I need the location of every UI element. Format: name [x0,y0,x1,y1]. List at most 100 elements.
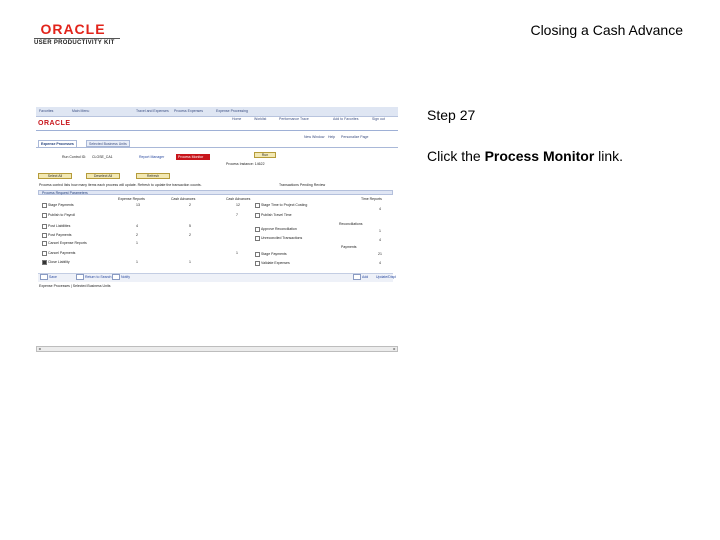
reconciliations-label: Reconciliations [339,222,363,226]
instruction-prefix: Click the [427,148,485,164]
nav-favorites[interactable]: Favorites [39,109,53,113]
notify-button[interactable]: Notify [121,275,130,279]
row-value: 1 [236,251,238,255]
add-icon[interactable] [353,274,361,280]
pending-review-label: Transactions Pending Review [279,183,326,187]
link-home[interactable]: Home [232,117,241,121]
tab-underline [36,147,398,148]
row-value: 2 [136,233,138,237]
return-icon[interactable] [76,274,84,280]
row-value: 5 [189,224,191,228]
row-value: 1 [136,260,138,264]
row-value: 2 [189,203,191,207]
scroll-right-arrow-icon[interactable]: ▸ [392,347,397,351]
row-label: Post Liabilities [48,224,71,228]
nav-main-menu[interactable]: Main Menu [72,109,89,113]
checkbox-cancel-payments[interactable] [42,251,47,256]
intro-text: Process control lists how many items eac… [39,183,202,187]
refresh-button[interactable]: Refresh [136,173,170,179]
link-sign-out[interactable]: Sign out [372,117,385,121]
update-display-button[interactable]: Update/Display [376,275,396,279]
payments-label: Payments [341,245,357,249]
row-value: 4 [379,238,381,242]
row-label: Stage Payments [261,252,287,256]
checkbox-unreconciled[interactable] [255,236,260,241]
run-button[interactable]: Run [254,152,276,158]
tab-expense-processes[interactable]: Expense Processes [38,140,77,147]
row-value: 12 [236,203,240,207]
scroll-left-arrow-icon[interactable]: ◂ [37,347,42,351]
checkbox-approve-reconciliation[interactable] [255,227,260,232]
row-value: 4 [136,224,138,228]
step-label: Step 27 [427,107,476,123]
link-new-window[interactable]: New Window [304,135,324,139]
section-title: Process Request Parameters [42,191,88,195]
logo-brand: ORACLE [40,21,106,37]
link-help[interactable]: Help [328,135,335,139]
row-label: Unreconciled Transactions [261,236,303,240]
checkbox-stage-payments[interactable] [42,203,47,208]
instruction-suffix: link. [594,148,624,164]
col-header-time-reports: Time Reports [361,197,382,201]
nav-travel-expenses[interactable]: Travel and Expenses [136,109,169,113]
save-icon[interactable] [40,274,48,280]
checkbox-post-liabilities[interactable] [42,224,47,229]
row-value: 2 [189,233,191,237]
checkbox-publish-travel-time[interactable] [255,213,260,218]
report-manager-link[interactable]: Report Manager [139,155,164,159]
row-value: 4 [379,207,381,211]
logo-subtitle: USER PRODUCTIVITY KIT [34,40,115,46]
link-performance-trace[interactable]: Performance Trace [279,117,309,121]
checkbox-stage-payments-right[interactable] [255,252,260,257]
row-label: Approve Reconciliation [261,227,297,231]
row-value: 1 [379,229,381,233]
embedded-screenshot: Favorites Main Menu Travel and Expenses … [36,107,398,352]
top-nav-bar: Favorites Main Menu Travel and Expenses … [36,107,398,117]
link-add-favorites[interactable]: Add to Favorites [333,117,358,121]
logo-divider [34,38,120,39]
run-control-label: Run Control ID: [62,155,87,159]
checkbox-cancel-expense-reports[interactable] [42,241,47,246]
checkbox-stage-time-project[interactable] [255,203,260,208]
col-header-cash-advances-2: Cash Advances [226,197,251,201]
checkbox-publish-payroll[interactable] [42,213,47,218]
link-worklist[interactable]: Worklist [254,117,266,121]
return-to-search-button[interactable]: Return to Search [85,275,111,279]
tab-selected-business-units[interactable]: Selected Business Units [86,140,130,147]
select-all-button[interactable]: Select All [38,173,72,179]
row-value: 21 [378,252,382,256]
link-personalize[interactable]: Personalize Page [341,135,368,139]
row-label: Stage Payments [48,203,74,207]
document-title: Closing a Cash Advance [530,22,683,38]
step-instruction: Click the Process Monitor link. [427,148,623,164]
row-label: Cancel Payments [48,251,76,255]
nav-expense-processing[interactable]: Expense Processing [216,109,248,113]
save-button[interactable]: Save [49,275,57,279]
run-control-value: CLOSE_CA1 [92,155,113,159]
row-value: 7 [236,213,238,217]
row-label: Stage Time to Project Costing [261,203,308,207]
row-value: 1 [189,260,191,264]
process-parameters-section: Process Request Parameters [38,190,393,195]
row-label: Publish to Payroll [48,213,76,217]
row-label: Cancel Expense Reports [48,241,87,245]
col-header-cash-advances: Cash Advances [171,197,196,201]
checkbox-validate-expenses[interactable] [255,261,260,266]
bottom-breadcrumb: Expense Processes | Selected Business Un… [39,284,111,288]
nav-process-expenses[interactable]: Process Expenses [174,109,203,113]
header-divider [36,130,398,131]
process-instance: Process Instance: 14622 [226,162,265,166]
deselect-all-button[interactable]: Deselect All [86,173,120,179]
process-monitor-link[interactable]: Process Monitor [178,155,203,159]
checkbox-post-payments[interactable] [42,233,47,238]
col-header-expense-reports: Expense Reports [118,197,145,201]
row-label: Publish Travel Time [261,213,292,217]
oracle-upk-logo: ORACLE USER PRODUCTIVITY KIT [34,22,124,46]
row-label: Validate Expenses [261,261,290,265]
notify-icon[interactable] [112,274,120,280]
row-label: Post Payments [48,233,72,237]
horizontal-scrollbar[interactable]: ◂ ▸ [36,346,398,352]
checkbox-close-liability[interactable] [42,260,47,265]
add-button[interactable]: Add [362,275,368,279]
row-label: Close Liability [48,260,70,264]
